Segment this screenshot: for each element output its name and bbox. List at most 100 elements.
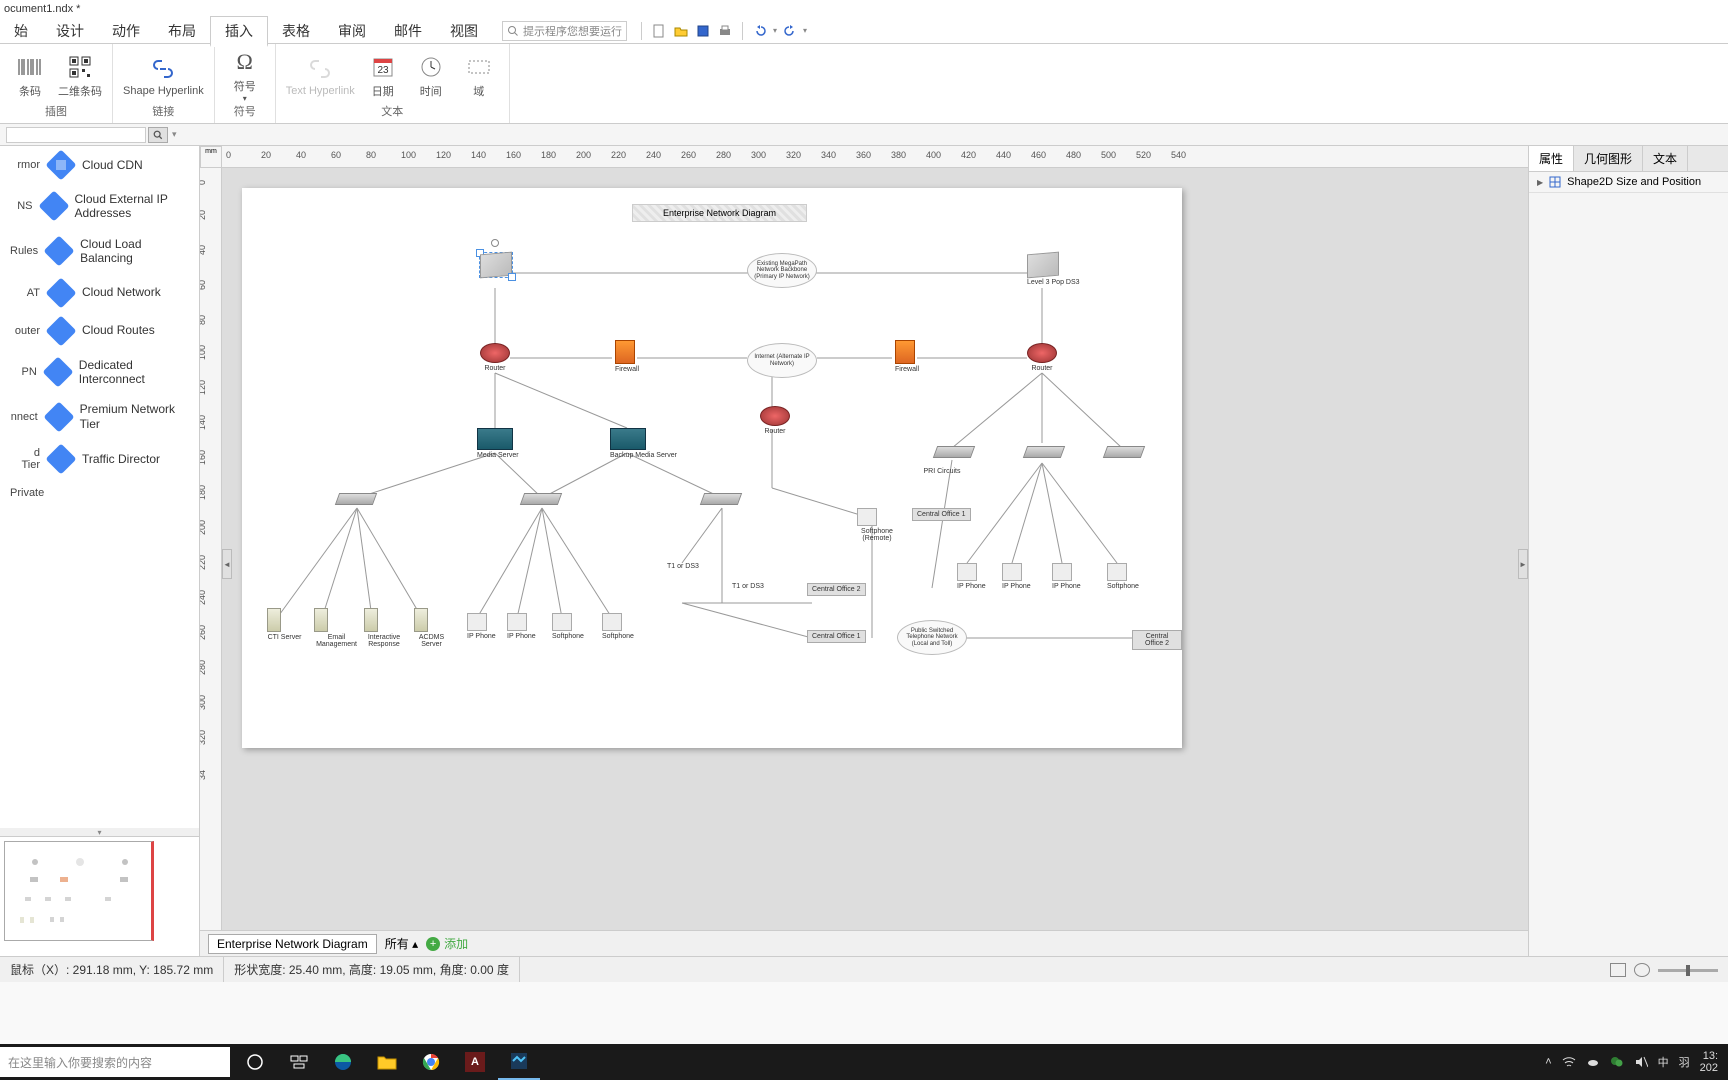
wechat-icon[interactable]	[1610, 1055, 1624, 1069]
cloud-pstn[interactable]: Public Switched Telephone Network (Local…	[897, 620, 967, 655]
lang-indicator[interactable]: 羽	[1679, 1054, 1690, 1070]
label-co2b[interactable]: Central Office 2	[1132, 630, 1182, 650]
node-router3[interactable]: Router	[760, 406, 790, 435]
node-acdms[interactable]: ACDMS Server	[414, 608, 449, 648]
tray-chevron[interactable]: ˄	[1545, 1056, 1551, 1068]
taskbar-taskview[interactable]	[278, 1044, 320, 1080]
shape-item-private[interactable]: Private	[0, 479, 199, 507]
view-mode-1[interactable]	[1610, 963, 1626, 977]
taskbar-search[interactable]: 在这里输入你要搜索的内容	[0, 1047, 230, 1077]
node-switch-1[interactable]	[935, 446, 973, 458]
node-backup-media[interactable]: Backup Media Server	[610, 428, 677, 459]
qat-redo[interactable]	[781, 22, 799, 40]
search-button[interactable]	[148, 127, 168, 143]
cloud-backbone[interactable]: Existing MegaPath Network Backbone (Prim…	[747, 253, 817, 288]
node-ipphone-r2[interactable]: IP Phone	[1002, 563, 1031, 590]
symbol-button[interactable]: Ω 符号 ▾	[225, 48, 265, 103]
scroll-left[interactable]: ◄	[222, 549, 232, 579]
node-switch-4[interactable]	[337, 493, 375, 505]
drawing-page[interactable]: Enterprise Network Diagram	[242, 188, 1182, 748]
qat-undo[interactable]	[751, 22, 769, 40]
date-button[interactable]: 23 日期	[363, 53, 403, 99]
node-firewall1[interactable]: Firewall	[615, 340, 639, 373]
node-firewall2[interactable]: Firewall	[895, 340, 919, 373]
shape-item-external-ip[interactable]: NSCloud External IP Addresses	[0, 184, 199, 229]
qat-open[interactable]	[672, 22, 690, 40]
tab-geometry[interactable]: 几何图形	[1574, 146, 1643, 171]
taskbar-app-a[interactable]: A	[454, 1044, 496, 1080]
wifi-icon[interactable]	[1562, 1055, 1576, 1069]
page-thumbnail-1[interactable]	[4, 841, 154, 941]
barcode-button[interactable]: 条码	[10, 53, 50, 99]
tray-date[interactable]: 202	[1700, 1062, 1718, 1074]
node-softphone-2[interactable]: Softphone	[602, 613, 634, 640]
menu-insert[interactable]: 插入	[210, 16, 268, 47]
menu-layout[interactable]: 布局	[154, 17, 210, 45]
shape-hyperlink-button[interactable]: Shape Hyperlink	[123, 55, 204, 97]
node-softphone-remote[interactable]: Softphone (Remote)	[857, 508, 897, 542]
field-button[interactable]: 域	[459, 53, 499, 99]
menu-table[interactable]: 表格	[268, 17, 324, 45]
node-switch-5[interactable]	[522, 493, 560, 505]
qat-save[interactable]	[694, 22, 712, 40]
scroll-right[interactable]: ►	[1518, 549, 1528, 579]
node-router2[interactable]: Router	[1027, 343, 1057, 372]
menu-start[interactable]: 始	[0, 17, 42, 45]
tell-me-search[interactable]: 提示程序您想要运行	[502, 21, 627, 41]
tab-properties[interactable]: 属性	[1529, 146, 1574, 171]
label-co1a[interactable]: Central Office 1	[807, 630, 866, 643]
node-cti-server[interactable]: CTI Server	[267, 608, 302, 641]
cloud-internet[interactable]: Internet (Alternate IP Network)	[747, 343, 817, 378]
shape-item-dedicated-interconnect[interactable]: PNDedicated Interconnect	[0, 350, 199, 395]
node-ipphone-1[interactable]: IP Phone	[467, 613, 496, 640]
node-ipphone-2[interactable]: IP Phone	[507, 613, 536, 640]
node-router1[interactable]: Router	[480, 343, 510, 372]
taskbar-cortana[interactable]	[234, 1044, 276, 1080]
all-sheets[interactable]: 所有 ▴	[385, 935, 418, 952]
node-media-server[interactable]: Media Server	[477, 428, 519, 459]
menu-review[interactable]: 审阅	[324, 17, 380, 45]
node-softphone-r[interactable]: Softphone	[1107, 563, 1139, 590]
panel-expand-handle[interactable]	[0, 828, 199, 836]
zoom-slider[interactable]	[1658, 969, 1718, 972]
node-switch-6[interactable]	[702, 493, 740, 505]
shape-item-cloud-cdn[interactable]: rmorCloud CDN	[0, 146, 199, 184]
volume-icon[interactable]	[1634, 1055, 1648, 1069]
selected-shape[interactable]	[480, 253, 512, 277]
node-ipphone-r3[interactable]: IP Phone	[1052, 563, 1081, 590]
shape-item-traffic-director[interactable]: d TierTraffic Director	[0, 439, 199, 479]
cloud-icon[interactable]	[1586, 1055, 1600, 1069]
node-switch-2[interactable]	[1025, 446, 1063, 458]
node-switch-3[interactable]	[1105, 446, 1143, 458]
node-interactive-response[interactable]: Interactive Response	[364, 608, 404, 648]
node-softphone-1[interactable]: Softphone	[552, 613, 584, 640]
menu-design[interactable]: 设计	[42, 17, 98, 45]
taskbar-explorer[interactable]	[366, 1044, 408, 1080]
node-email-mgmt[interactable]: Email Management	[314, 608, 359, 648]
prop-size-position[interactable]: ▶ Shape2D Size and Position	[1529, 172, 1728, 193]
label-co2a[interactable]: Central Office 2	[807, 583, 866, 596]
view-mode-2[interactable]	[1634, 963, 1650, 977]
shape-item-load-balancing[interactable]: RulesCloud Load Balancing	[0, 229, 199, 274]
canvas[interactable]: ◄ ► Enterprise Network Diagram	[222, 168, 1528, 930]
qrcode-button[interactable]: 二维条码	[58, 53, 102, 99]
shape-item-premium-tier[interactable]: nnectPremium Network Tier	[0, 394, 199, 439]
tab-text[interactable]: 文本	[1643, 146, 1688, 171]
taskbar-edge[interactable]	[322, 1044, 364, 1080]
shape-item-cloud-routes[interactable]: outerCloud Routes	[0, 312, 199, 350]
shape-item-cloud-network[interactable]: ATCloud Network	[0, 274, 199, 312]
tray-time[interactable]: 13:	[1700, 1050, 1718, 1062]
time-button[interactable]: 时间	[411, 53, 451, 99]
sheet-tab-active[interactable]: Enterprise Network Diagram	[208, 934, 377, 954]
menu-view[interactable]: 视图	[436, 17, 492, 45]
diagram-title[interactable]: Enterprise Network Diagram	[632, 204, 807, 222]
taskbar-current-app[interactable]	[498, 1044, 540, 1080]
taskbar-chrome[interactable]	[410, 1044, 452, 1080]
menu-mail[interactable]: 邮件	[380, 17, 436, 45]
qat-print[interactable]	[716, 22, 734, 40]
add-sheet-button[interactable]: +添加	[426, 935, 468, 952]
label-co1[interactable]: Central Office 1	[912, 508, 971, 521]
qat-new[interactable]	[650, 22, 668, 40]
node-ipphone-r1[interactable]: IP Phone	[957, 563, 986, 590]
menu-action[interactable]: 动作	[98, 17, 154, 45]
